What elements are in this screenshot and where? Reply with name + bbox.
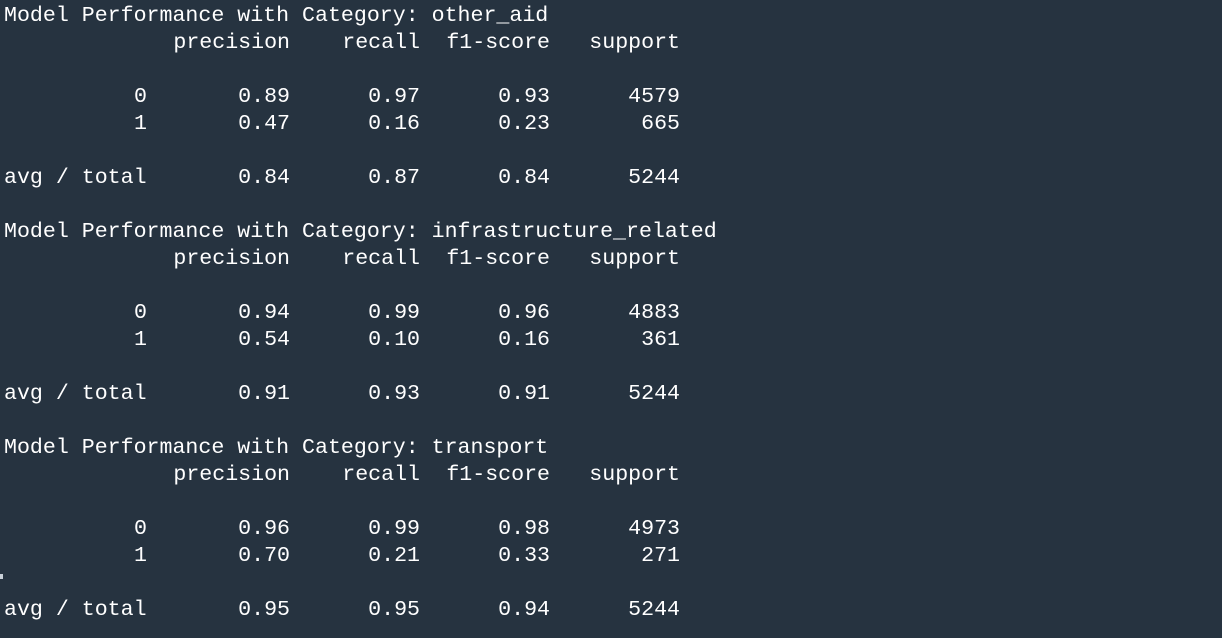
precision-value: 0.54 [238, 328, 290, 352]
avg-total-label: avg / total [4, 382, 147, 406]
support-value: 271 [641, 544, 680, 568]
recall-value: 0.16 [368, 112, 420, 136]
f1-score-value: 0.23 [498, 112, 550, 136]
class-label: 0 [134, 301, 147, 325]
avg-total-label: avg / total [4, 166, 147, 190]
f1-score-value: 0.84 [498, 166, 550, 190]
f1-score-value: 0.98 [498, 517, 550, 541]
f1-score-value: 0.33 [498, 544, 550, 568]
support-value: 4883 [628, 301, 680, 325]
f1-score-value: 0.96 [498, 301, 550, 325]
recall-header: recall [342, 247, 420, 271]
f1-score-value: 0.91 [498, 382, 550, 406]
precision-value: 0.96 [238, 517, 290, 541]
recall-value: 0.95 [368, 598, 420, 622]
recall-header: recall [342, 463, 420, 487]
scroll-marker [0, 574, 3, 579]
f1-score-header: f1-score [446, 247, 550, 271]
support-value: 4579 [628, 85, 680, 109]
precision-value: 0.95 [238, 598, 290, 622]
avg-total-label: avg / total [4, 598, 147, 622]
support-value: 5244 [628, 382, 680, 406]
precision-value: 0.84 [238, 166, 290, 190]
support-header: support [589, 31, 680, 55]
recall-value: 0.99 [368, 301, 420, 325]
report-title: Model Performance with Category: infrast… [4, 220, 717, 244]
recall-value: 0.10 [368, 328, 420, 352]
recall-value: 0.97 [368, 85, 420, 109]
recall-header: recall [342, 31, 420, 55]
f1-score-value: 0.93 [498, 85, 550, 109]
precision-value: 0.47 [238, 112, 290, 136]
support-value: 4973 [628, 517, 680, 541]
recall-value: 0.87 [368, 166, 420, 190]
f1-score-header: f1-score [446, 463, 550, 487]
recall-value: 0.99 [368, 517, 420, 541]
support-value: 665 [641, 112, 680, 136]
class-label: 1 [134, 328, 147, 352]
precision-value: 0.94 [238, 301, 290, 325]
support-header: support [589, 463, 680, 487]
f1-score-value: 0.16 [498, 328, 550, 352]
console-output: { "headers": { "precision": "precision",… [0, 0, 1222, 638]
class-label: 1 [134, 544, 147, 568]
recall-value: 0.21 [368, 544, 420, 568]
report-title: Model Performance with Category: other_a… [4, 4, 549, 28]
support-value: 5244 [628, 166, 680, 190]
precision-value: 0.91 [238, 382, 290, 406]
class-label: 1 [134, 112, 147, 136]
support-header: support [589, 247, 680, 271]
precision-header: precision [173, 463, 290, 487]
f1-score-header: f1-score [446, 31, 550, 55]
support-value: 5244 [628, 598, 680, 622]
f1-score-value: 0.94 [498, 598, 550, 622]
support-value: 361 [641, 328, 680, 352]
recall-value: 0.93 [368, 382, 420, 406]
precision-header: precision [173, 247, 290, 271]
precision-header: precision [173, 31, 290, 55]
precision-value: 0.70 [238, 544, 290, 568]
report-title: Model Performance with Category: transpo… [4, 436, 549, 460]
class-label: 0 [134, 85, 147, 109]
class-label: 0 [134, 517, 147, 541]
precision-value: 0.89 [238, 85, 290, 109]
